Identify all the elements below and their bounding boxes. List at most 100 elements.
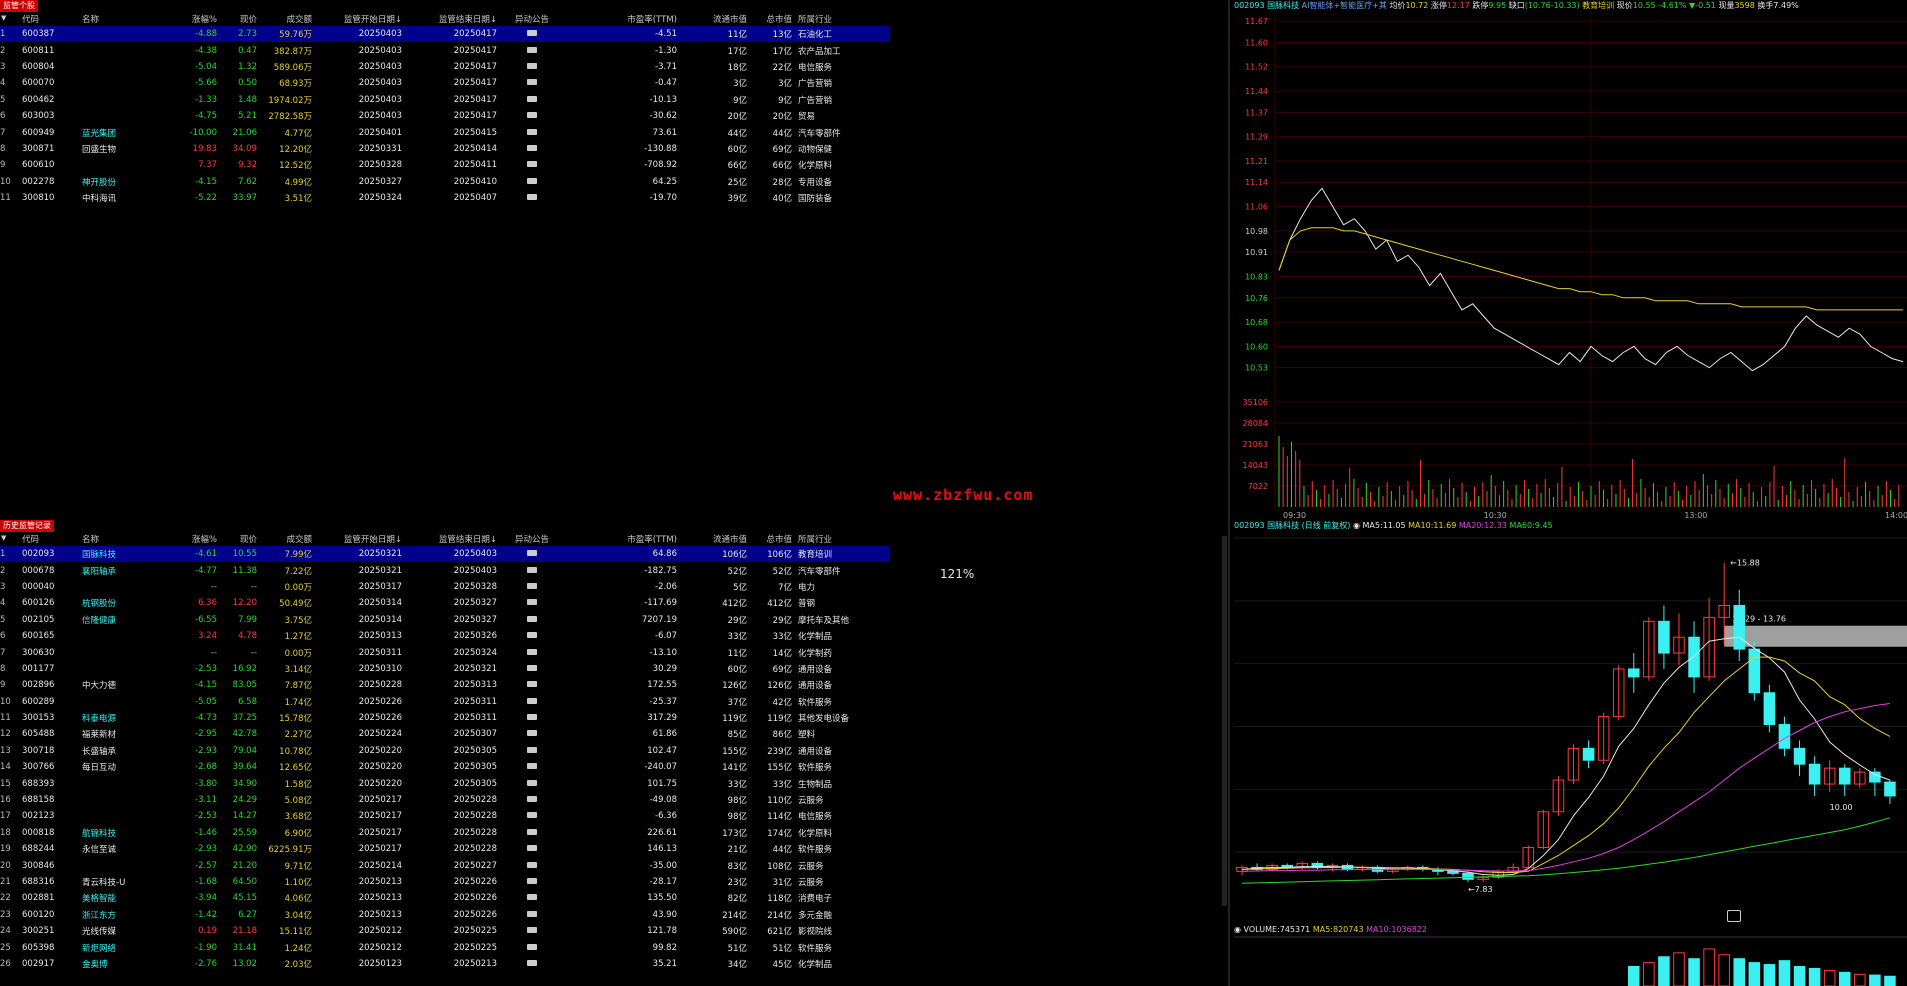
col-end-date[interactable]: 监管结束日期↓ bbox=[402, 12, 497, 26]
message-icon[interactable] bbox=[527, 894, 537, 901]
col-code[interactable]: 代码 bbox=[22, 12, 82, 26]
table-row[interactable]: 6 603003 -4.75 5.21 2782.58万 20250403 20250417… bbox=[0, 108, 890, 124]
announcement-icon[interactable] bbox=[497, 157, 567, 173]
announcement-icon[interactable] bbox=[497, 595, 567, 611]
message-icon[interactable] bbox=[527, 861, 537, 868]
table-row[interactable]: 22 002881 美格智能 -3.94 45.15 4.06亿 20250213 20250… bbox=[0, 890, 890, 906]
table-row[interactable]: 8 300871 回盛生物 19.83 34.09 12.20亿 20250331 20250… bbox=[0, 141, 890, 157]
message-icon[interactable] bbox=[527, 763, 537, 770]
table-row[interactable]: 20 300846 -2.57 21.20 9.71亿 20250214 20250227 -… bbox=[0, 857, 890, 873]
announcement-icon[interactable] bbox=[497, 546, 567, 563]
table-row[interactable]: 26 002917 金奥博 -2.76 13.02 2.03亿 20250123 202502… bbox=[0, 956, 890, 972]
message-icon[interactable] bbox=[527, 812, 537, 819]
col-announcement[interactable]: 异动公告 bbox=[497, 532, 567, 546]
table-row[interactable]: 7 300630 -- -- 0.00万 20250311 20250324 -13.10 11… bbox=[0, 644, 890, 660]
table-row[interactable]: 23 600120 浙江东方 -1.42 6.27 3.04亿 20250213 202502… bbox=[0, 907, 890, 923]
message-icon[interactable] bbox=[527, 144, 537, 151]
table-row[interactable]: 19 688244 永信至诚 -2.93 42.90 6225.91万 20250217 20… bbox=[0, 841, 890, 857]
message-icon[interactable] bbox=[527, 714, 537, 721]
message-icon[interactable] bbox=[527, 112, 537, 119]
announcement-icon[interactable] bbox=[497, 661, 567, 677]
table-row[interactable]: 7 600949 蓝光集团 -10.00 21.06 4.77亿 20250401 20250… bbox=[0, 124, 890, 140]
message-icon[interactable] bbox=[527, 194, 537, 201]
message-icon[interactable] bbox=[527, 46, 537, 53]
table-row[interactable]: 15 688393 -3.80 34.90 1.58亿 20250220 20250305 1… bbox=[0, 775, 890, 791]
table-row[interactable]: 25 605398 新炬网络 -1.90 31.41 1.24亿 20250212 20250… bbox=[0, 939, 890, 955]
table-row[interactable]: 3 600804 -5.04 1.32 589.06万 20250403 20250417 -… bbox=[0, 59, 890, 75]
table-row[interactable]: 1 002093 国脉科技 -4.61 10.55 7.99亿 20250321 202504… bbox=[0, 546, 890, 563]
col-end-date[interactable]: 监管结束日期↓ bbox=[402, 532, 497, 546]
announcement-icon[interactable] bbox=[497, 562, 567, 578]
announcement-icon[interactable] bbox=[497, 808, 567, 824]
message-icon[interactable] bbox=[527, 566, 537, 573]
message-icon[interactable] bbox=[527, 746, 537, 753]
announcement-icon[interactable] bbox=[497, 841, 567, 857]
announcement-icon[interactable] bbox=[497, 190, 567, 206]
announcement-icon[interactable] bbox=[497, 956, 567, 972]
message-icon[interactable] bbox=[527, 79, 537, 86]
message-icon[interactable] bbox=[527, 177, 537, 184]
announcement-icon[interactable] bbox=[497, 710, 567, 726]
col-name[interactable]: 名称 bbox=[82, 532, 167, 546]
message-icon[interactable] bbox=[527, 550, 537, 557]
col-start-date[interactable]: 监管开始日期↓ bbox=[312, 12, 402, 26]
message-icon[interactable] bbox=[527, 664, 537, 671]
intraday-concepts[interactable]: AI智能体+智能医疗+其 bbox=[1302, 1, 1387, 10]
announcement-icon[interactable] bbox=[497, 759, 567, 775]
top-panel-tab[interactable]: 监管个股 bbox=[0, 0, 38, 12]
intraday-chart[interactable]: 11.67 11.60 11.52 11.44 11.37 11.29 11.21 11.14… bbox=[1230, 10, 1907, 520]
announcement-icon[interactable] bbox=[497, 75, 567, 91]
col-change[interactable]: 涨幅% bbox=[167, 12, 217, 26]
announcement-icon[interactable] bbox=[497, 726, 567, 742]
col-total-cap[interactable]: 总市值 bbox=[747, 532, 792, 546]
col-price[interactable]: 现价 bbox=[217, 532, 257, 546]
table-row[interactable]: 12 605488 福莱新材 -2.95 42.78 2.27亿 20250224 20250… bbox=[0, 726, 890, 742]
table-row[interactable]: 8 001177 -2.53 16.92 3.14亿 20250310 20250321 30… bbox=[0, 661, 890, 677]
col-float-cap[interactable]: 流通市值 bbox=[677, 12, 747, 26]
message-icon[interactable] bbox=[527, 128, 537, 135]
table-row[interactable]: 14 300766 每日互动 -2.68 39.64 12.65亿 20250220 2025… bbox=[0, 759, 890, 775]
announcement-icon[interactable] bbox=[497, 857, 567, 873]
announcement-icon[interactable] bbox=[497, 743, 567, 759]
col-total-cap[interactable]: 总市值 bbox=[747, 12, 792, 26]
message-icon[interactable] bbox=[527, 30, 537, 37]
col-name[interactable]: 名称 bbox=[82, 12, 167, 26]
announcement-icon[interactable] bbox=[497, 939, 567, 955]
col-code[interactable]: 代码 bbox=[22, 532, 82, 546]
message-icon[interactable] bbox=[527, 62, 537, 69]
announcement-icon[interactable] bbox=[497, 174, 567, 190]
message-icon[interactable] bbox=[527, 648, 537, 655]
table-row[interactable]: 4 600126 杭钢股份 6.36 12.20 50.49亿 20250314 202503… bbox=[0, 595, 890, 611]
announcement-icon[interactable] bbox=[497, 923, 567, 939]
announcement-icon[interactable] bbox=[497, 124, 567, 140]
history-scroll-track[interactable] bbox=[1222, 536, 1227, 906]
announcement-icon[interactable] bbox=[497, 26, 567, 43]
message-icon[interactable] bbox=[527, 632, 537, 639]
announcement-icon[interactable] bbox=[497, 92, 567, 108]
announcement-icon[interactable] bbox=[497, 42, 567, 58]
message-icon[interactable] bbox=[527, 779, 537, 786]
col-price[interactable]: 现价 bbox=[217, 12, 257, 26]
message-icon[interactable] bbox=[527, 878, 537, 884]
col-pe[interactable]: 市盈率(TTM) bbox=[567, 12, 677, 26]
announcement-icon[interactable] bbox=[497, 59, 567, 75]
table-row[interactable]: 21 688316 青云科技-U -1.68 64.50 1.10亿 20250213 202… bbox=[0, 874, 890, 890]
table-row[interactable]: 9 600610 7.37 9.32 12.52亿 20250328 20250411 -70… bbox=[0, 157, 890, 173]
message-icon[interactable] bbox=[527, 845, 537, 852]
message-icon[interactable] bbox=[527, 582, 537, 589]
message-icon[interactable] bbox=[527, 910, 537, 917]
announcement-icon[interactable] bbox=[497, 775, 567, 791]
message-icon[interactable] bbox=[527, 828, 537, 835]
table-row[interactable]: 11 300810 中科海讯 -5.22 33.97 3.51亿 20250324 20250… bbox=[0, 190, 890, 206]
table-row[interactable]: 2 600811 -4.38 0.47 382.87万 20250403 20250417 -… bbox=[0, 42, 890, 58]
col-float-cap[interactable]: 流通市值 bbox=[677, 532, 747, 546]
col-industry[interactable]: 所属行业 bbox=[792, 532, 890, 546]
table-row[interactable]: 9 002896 中大力德 -4.15 83.05 7.87亿 20250228 202503… bbox=[0, 677, 890, 693]
announcement-icon[interactable] bbox=[497, 141, 567, 157]
col-announcement[interactable]: 异动公告 bbox=[497, 12, 567, 26]
message-icon[interactable] bbox=[527, 959, 537, 966]
col-amount[interactable]: 成交额 bbox=[257, 532, 312, 546]
table-row[interactable]: 4 600070 -5.66 0.50 68.93万 20250403 20250417 -0… bbox=[0, 75, 890, 91]
announcement-icon[interactable] bbox=[497, 579, 567, 595]
screenshot-icon[interactable] bbox=[1727, 910, 1741, 922]
